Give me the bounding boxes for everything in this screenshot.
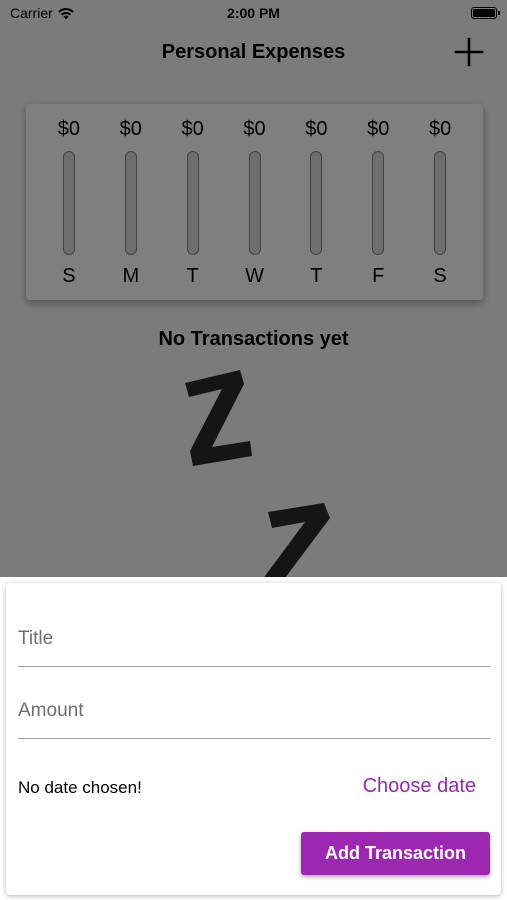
- date-row: No date chosen! Choose date: [18, 773, 490, 803]
- title-input[interactable]: [18, 625, 490, 653]
- bottom-sheet: No date chosen! Choose date Add Transact…: [0, 577, 507, 900]
- no-date-label: No date chosen!: [18, 778, 142, 797]
- amount-field: [18, 693, 490, 739]
- add-transaction-button[interactable]: Add Transaction: [301, 832, 490, 875]
- new-transaction-card: No date chosen! Choose date Add Transact…: [6, 583, 501, 895]
- title-field: [18, 621, 490, 667]
- choose-date-button[interactable]: Choose date: [363, 775, 476, 798]
- amount-input[interactable]: [18, 697, 490, 725]
